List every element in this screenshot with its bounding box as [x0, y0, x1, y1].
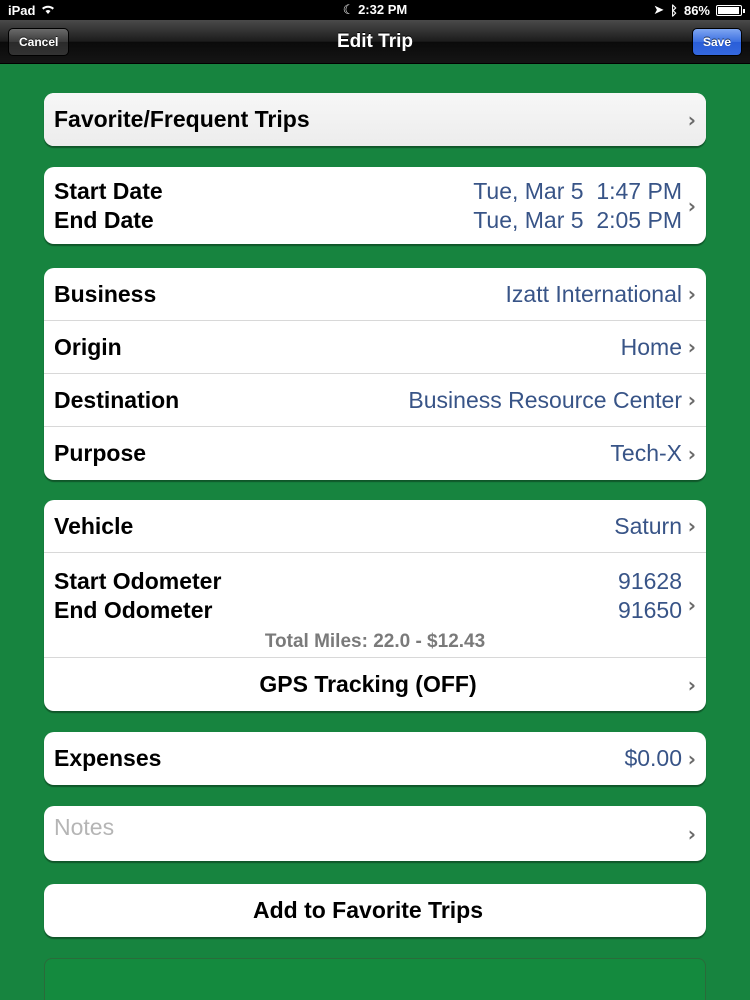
destination-row[interactable]: Destination Business Resource Center ›: [44, 374, 706, 427]
expenses-row[interactable]: Expenses $0.00 ›: [44, 732, 706, 785]
business-value: Izatt International: [505, 280, 682, 307]
end-date-label: End Date: [54, 206, 154, 233]
trip-details-group: Business Izatt International › Origin Ho…: [44, 268, 706, 480]
end-odometer-label: End Odometer: [54, 597, 213, 623]
destination-value: Business Resource Center: [408, 386, 682, 413]
notes-row[interactable]: Notes ›: [44, 806, 706, 861]
purpose-value: Tech-X: [610, 440, 682, 466]
purpose-label: Purpose: [54, 440, 147, 466]
chevron-right-icon: ›: [687, 746, 696, 771]
start-odometer-value: 91628: [618, 568, 682, 594]
start-date-label: Start Date: [54, 177, 163, 204]
dates-group: Start Date End Date Tue, Mar 5 1:47 PM T…: [44, 167, 706, 244]
purpose-row[interactable]: Purpose Tech-X ›: [44, 427, 706, 480]
device-label: iPad: [8, 2, 36, 18]
bluetooth-icon: ᛒ: [670, 2, 678, 18]
moon-icon: ☾: [342, 2, 355, 17]
bottom-panel: [44, 958, 706, 1000]
vehicle-value: Saturn: [614, 512, 682, 539]
destination-label: Destination: [54, 386, 180, 413]
favorite-trips-row[interactable]: Favorite/Frequent Trips ›: [44, 93, 706, 146]
add-favorite-group: Add to Favorite Trips: [44, 884, 706, 937]
nav-bar: Edit Trip Cancel Save: [0, 20, 750, 64]
chevron-right-icon: ›: [687, 193, 696, 218]
gps-tracking-row[interactable]: GPS Tracking (OFF) ›: [44, 658, 706, 711]
chevron-right-icon: ›: [687, 282, 696, 306]
expenses-value: $0.00: [624, 745, 682, 771]
gps-tracking-label: GPS Tracking (OFF): [259, 671, 477, 697]
chevron-right-icon: ›: [687, 821, 696, 846]
end-date-value: Tue, Mar 5 2:05 PM: [473, 206, 682, 233]
add-to-favorite-trips-label: Add to Favorite Trips: [252, 897, 484, 923]
start-odometer-label: Start Odometer: [54, 568, 222, 594]
chevron-right-icon: ›: [687, 388, 696, 412]
expenses-label: Expenses: [54, 745, 162, 771]
add-to-favorite-trips-button[interactable]: Add to Favorite Trips: [44, 884, 706, 937]
cancel-button[interactable]: Cancel: [8, 28, 70, 56]
chevron-right-icon: ›: [687, 593, 696, 617]
save-button[interactable]: Save: [691, 28, 742, 56]
total-miles-text: Total Miles: 22.0 - $12.43: [264, 631, 486, 652]
vehicle-label: Vehicle: [54, 512, 134, 539]
wifi-icon: [41, 3, 55, 18]
end-odometer-value: 91650: [618, 597, 682, 623]
origin-label: Origin: [54, 333, 122, 360]
vehicle-row[interactable]: Vehicle Saturn ›: [44, 500, 706, 553]
chevron-right-icon: ›: [687, 514, 696, 538]
origin-value: Home: [620, 333, 682, 360]
date-range-row[interactable]: Start Date End Date Tue, Mar 5 1:47 PM T…: [44, 167, 706, 244]
favorite-trips-label: Favorite/Frequent Trips: [54, 106, 310, 132]
business-row[interactable]: Business Izatt International ›: [44, 268, 706, 321]
location-icon: ➤: [653, 2, 665, 17]
odometer-row[interactable]: Start Odometer End Odometer 91628 91650 …: [44, 553, 706, 658]
chevron-right-icon: ›: [687, 335, 696, 359]
start-date-value: Tue, Mar 5 1:47 PM: [473, 177, 682, 204]
battery-icon: [716, 4, 745, 16]
chevron-right-icon: ›: [687, 672, 696, 697]
chevron-right-icon: ›: [687, 107, 696, 132]
business-label: Business: [54, 280, 157, 307]
clock-time: 2:32 PM: [358, 2, 408, 17]
notes-placeholder: Notes: [54, 814, 115, 840]
origin-row[interactable]: Origin Home ›: [44, 321, 706, 374]
favorites-group: Favorite/Frequent Trips ›: [44, 93, 706, 146]
notes-group: Notes ›: [44, 806, 706, 861]
expenses-group: Expenses $0.00 ›: [44, 732, 706, 785]
chevron-right-icon: ›: [687, 441, 696, 466]
status-bar: iPad ☾ 2:32 PM ➤ ᛒ 86%: [0, 0, 750, 20]
vehicle-group: Vehicle Saturn › Start Odometer End Odom…: [44, 500, 706, 711]
page-title: Edit Trip: [337, 31, 413, 52]
battery-percent: 86%: [683, 2, 710, 18]
